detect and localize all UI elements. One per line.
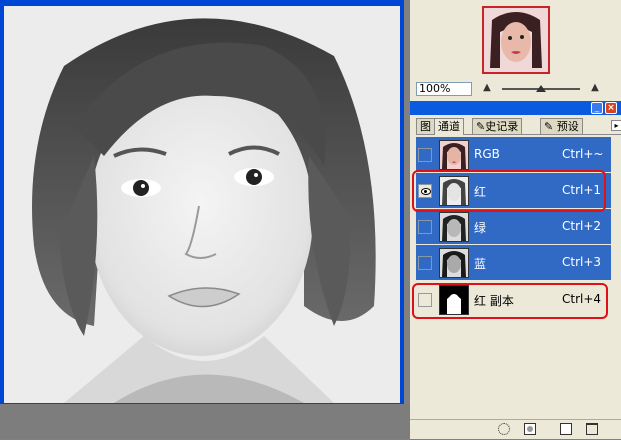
channel-row-rgb[interactable]: RGB Ctrl+~: [416, 137, 611, 173]
channel-name: 红: [474, 185, 487, 199]
channel-thumbnail: [439, 285, 469, 315]
tab-channels[interactable]: 通道: [434, 118, 464, 135]
palette-titlebar[interactable]: _ ×: [410, 101, 621, 115]
photo-thumbnail-icon: [484, 8, 548, 72]
channel-shortcut: Ctrl+1: [562, 183, 602, 197]
channel-shortcut: Ctrl+~: [562, 147, 604, 161]
palette-tabs: 图 通道 ✎史记录 ✎ 预设 ▸: [416, 118, 621, 135]
channel-thumbnail: [439, 176, 469, 206]
palette-footer: [410, 419, 621, 440]
channel-name: RGB: [474, 147, 500, 161]
navigator-thumbnail[interactable]: [482, 6, 550, 74]
palette-menu-button[interactable]: ▸: [611, 120, 621, 131]
document-window: [0, 0, 404, 410]
new-channel-icon[interactable]: [560, 423, 572, 435]
tab-history[interactable]: ✎史记录: [472, 118, 523, 134]
visibility-toggle[interactable]: [418, 148, 432, 162]
channel-row-red-copy[interactable]: 红 副本 Ctrl+4: [416, 282, 611, 318]
channel-row-green[interactable]: 绿 Ctrl+2: [416, 209, 611, 245]
channel-name: 蓝: [474, 257, 487, 271]
navigator-panel: 100% ▲ ▲: [410, 0, 621, 101]
zoom-slider-handle[interactable]: [536, 85, 546, 92]
minimize-button[interactable]: _: [591, 102, 603, 114]
save-selection-icon[interactable]: [524, 423, 536, 435]
visibility-toggle[interactable]: [418, 184, 432, 198]
tab-layers[interactable]: 图: [416, 118, 435, 134]
channel-shortcut: Ctrl+3: [562, 255, 602, 269]
channel-row-red[interactable]: 红 Ctrl+1: [416, 173, 611, 209]
channel-thumbnail: [439, 248, 469, 278]
channel-thumbnail: [439, 212, 469, 242]
load-selection-icon[interactable]: [498, 423, 510, 435]
visibility-toggle[interactable]: [418, 256, 432, 270]
portrait-image: [4, 6, 400, 403]
visibility-toggle[interactable]: [418, 220, 432, 234]
visibility-toggle[interactable]: [418, 293, 432, 307]
channel-shortcut: Ctrl+4: [562, 292, 602, 306]
delete-channel-icon[interactable]: [586, 423, 598, 435]
image-canvas[interactable]: [4, 6, 400, 403]
channels-palette: _ × 图 通道 ✎史记录 ✎ 预设 ▸ RGB Ctrl+~ 红 Ctrl+1: [410, 101, 621, 439]
channel-shortcut: Ctrl+2: [562, 219, 602, 233]
zoom-out-icon[interactable]: ▲: [478, 83, 496, 94]
navigator-zoom-bar: 100% ▲ ▲: [410, 82, 621, 96]
eye-icon: [421, 188, 431, 195]
zoom-input[interactable]: 100%: [416, 82, 472, 96]
channel-name: 红 副本: [474, 294, 514, 308]
channel-row-blue[interactable]: 蓝 Ctrl+3: [416, 245, 611, 281]
tab-actions[interactable]: ✎ 预设: [540, 118, 583, 134]
zoom-in-icon[interactable]: ▲: [586, 83, 604, 94]
canvas-scroll-area: [0, 404, 410, 439]
close-button[interactable]: ×: [605, 102, 617, 114]
channel-thumbnail: [439, 140, 469, 170]
channel-name: 绿: [474, 221, 487, 235]
